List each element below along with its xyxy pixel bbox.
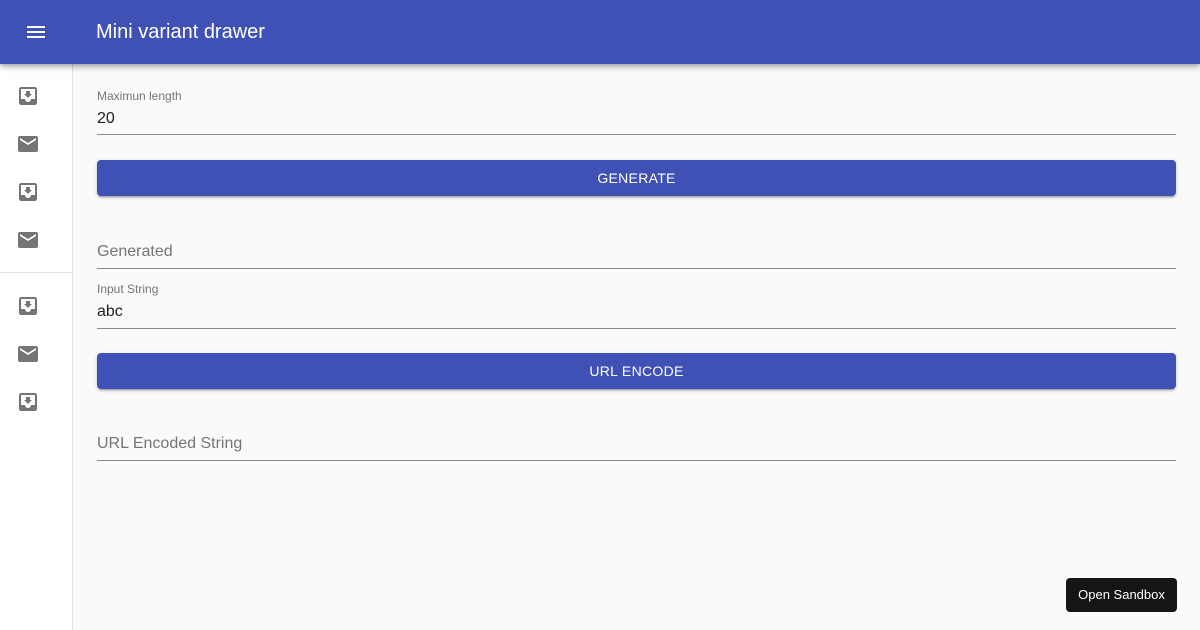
mini-drawer [0,64,73,630]
drawer-item-mail-3[interactable] [0,330,72,378]
inbox-icon [19,87,37,105]
inbox-icon [19,183,37,201]
app-title: Mini variant drawer [96,21,265,43]
inbox-icon [19,393,37,411]
inbox-icon [19,297,37,315]
max-length-label: Maximun length [97,89,182,103]
mail-icon [18,136,38,152]
max-length-underline [97,134,1176,135]
open-sandbox-button[interactable]: Open Sandbox [1066,578,1177,612]
drawer-divider [0,272,72,273]
input-string-underline [97,328,1176,329]
mail-icon [18,232,38,248]
drawer-item-mail-2[interactable] [0,216,72,264]
menu-button[interactable] [12,8,60,56]
url-encoded-placeholder: URL Encoded String [97,435,243,452]
drawer-item-inbox-4[interactable] [0,378,72,426]
app-bar: Mini variant drawer [0,0,1200,64]
drawer-item-inbox-1[interactable] [0,72,72,120]
max-length-field[interactable]: Maximun length 20 [97,88,1176,136]
generated-field[interactable]: Generated [97,240,1176,270]
drawer-item-inbox-2[interactable] [0,168,72,216]
generated-underline [97,268,1176,269]
menu-icon [27,26,45,38]
url-encoded-field[interactable]: URL Encoded String [97,432,1176,462]
generate-button[interactable]: GENERATE [97,160,1176,196]
url-encode-button[interactable]: URL ENCODE [97,353,1176,389]
input-string-input[interactable]: abc [97,302,123,322]
generated-placeholder: Generated [97,243,173,260]
input-string-label: Input String [97,282,159,296]
drawer-item-mail-1[interactable] [0,120,72,168]
input-string-field[interactable]: Input String abc [97,281,1176,329]
mail-icon [18,346,38,362]
max-length-input[interactable]: 20 [97,109,115,129]
drawer-item-inbox-3[interactable] [0,282,72,330]
url-encoded-underline [97,460,1176,461]
